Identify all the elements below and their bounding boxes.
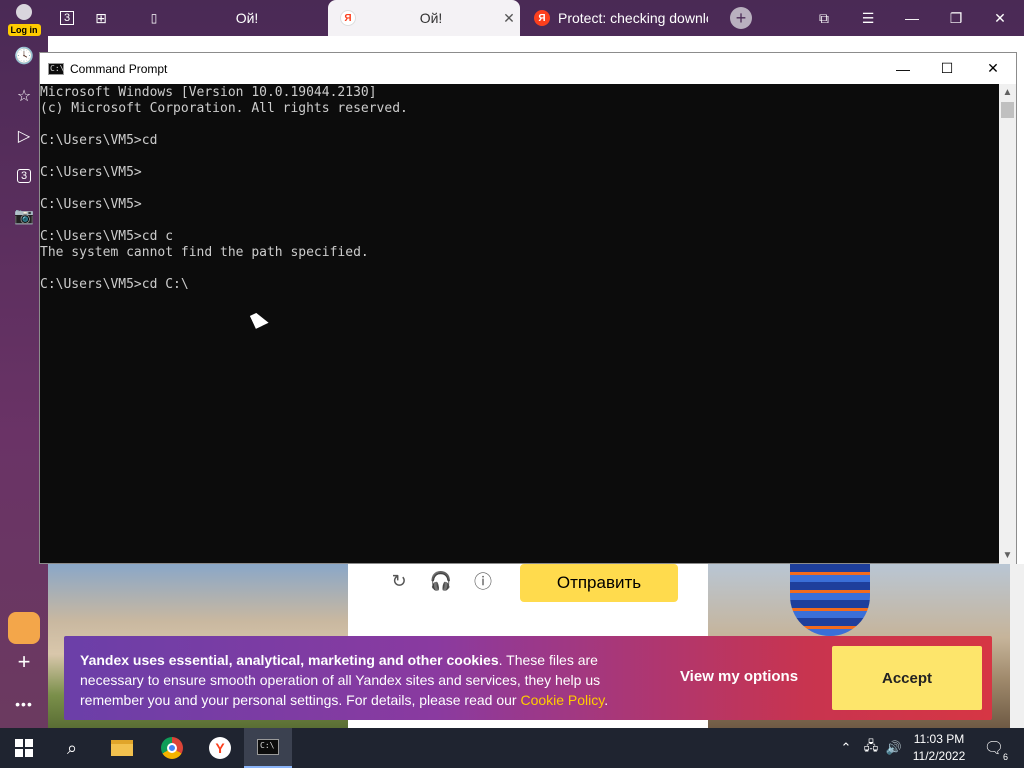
notification-center-button[interactable]: 🗨 6 — [980, 734, 1008, 762]
more-icon[interactable]: ••• — [8, 688, 40, 720]
cmd-line — [40, 117, 1000, 133]
add-app-icon[interactable]: + — [8, 646, 40, 678]
cmd-close-button[interactable]: ✕ — [970, 53, 1016, 84]
tab-bar: 3 ⊞ ▯ Ой! Я Ой! ✕ Я Protect: checking do… — [48, 0, 1024, 36]
cmd-line: C:\Users\VM5> — [40, 165, 142, 180]
rail-app-icon[interactable] — [8, 612, 40, 644]
home-tab-count: 3 — [59, 11, 75, 25]
file-explorer-button[interactable] — [98, 728, 146, 768]
screenshot-camera-icon[interactable]: 📷 — [8, 200, 40, 232]
tab-2-title: Ой! — [419, 10, 443, 26]
send-button[interactable]: Отправить — [520, 564, 678, 602]
accept-button[interactable]: Accept — [832, 646, 982, 710]
tab-count-rail-button[interactable]: 3 — [8, 160, 40, 192]
minimize-button[interactable]: — — [890, 0, 934, 36]
bookmarks-star-icon[interactable]: ☆ — [8, 80, 40, 112]
avatar-icon — [16, 4, 32, 20]
cmd-line: C:\Users\VM5>cd C:\ — [40, 277, 189, 292]
yandex-favicon: Я — [340, 10, 356, 26]
system-clock[interactable]: 11:03 PM 11/2/2022 — [906, 731, 972, 765]
close-tab-icon[interactable]: ✕ — [498, 10, 520, 27]
windows-taskbar: ⌕ Y C:\ ⌃ 🖧 🔊 11:03 PM 11/2/2022 🗨 6 — [0, 728, 1024, 768]
info-icon[interactable]: ⓘ — [472, 570, 494, 592]
cmd-scrollbar[interactable]: ▲ ▼ — [999, 84, 1016, 564]
yandex-favicon: Я — [534, 10, 550, 26]
chrome-icon — [161, 737, 183, 759]
view-options-button[interactable]: View my options — [664, 668, 814, 685]
cmd-scroll-thumb[interactable] — [1001, 102, 1014, 118]
cmd-line: C:\Users\VM5> — [40, 197, 142, 212]
new-folder-tab-icon[interactable]: ⊞ — [88, 6, 114, 30]
play-icon[interactable]: ▷ — [8, 120, 40, 152]
collections-icon[interactable]: ⧉ — [802, 0, 846, 36]
history-icon[interactable]: 🕓 — [8, 40, 40, 72]
headphones-icon[interactable]: 🎧 — [430, 570, 452, 592]
cookie-banner: Yandex uses essential, analytical, marke… — [64, 636, 992, 720]
close-button[interactable]: ✕ — [978, 0, 1022, 36]
scroll-down-arrow-icon[interactable]: ▼ — [999, 547, 1016, 564]
chrome-button[interactable] — [148, 728, 196, 768]
cookie-end-text: . — [604, 692, 609, 708]
clock-date: 11/2/2022 — [912, 749, 966, 763]
cmd-line: The system cannot find the path specifie… — [40, 245, 369, 260]
cookie-bold-text: Yandex uses essential, analytical, marke… — [80, 652, 499, 668]
cmd-line: C:\Users\VM5>cd — [40, 133, 158, 148]
tab-1[interactable]: ▯ Ой! — [134, 0, 324, 36]
login-button[interactable]: Log in — [4, 2, 44, 36]
login-label: Log in — [7, 24, 41, 36]
tab-2-active[interactable]: Я Ой! ✕ — [328, 0, 520, 36]
cookie-text: Yandex uses essential, analytical, marke… — [80, 650, 660, 710]
folder-icon — [111, 740, 133, 756]
menu-icon[interactable]: ☰ — [846, 0, 890, 36]
page-icon: ▯ — [150, 11, 158, 25]
notification-count: 6 — [1002, 752, 1008, 762]
start-button[interactable] — [0, 728, 48, 768]
new-tab-button[interactable]: + — [730, 7, 752, 29]
cmd-title: Command Prompt — [70, 61, 168, 76]
restore-button[interactable]: ❐ — [934, 0, 978, 36]
cmd-line: (c) Microsoft Corporation. All rights re… — [40, 101, 408, 116]
cmd-line — [40, 181, 1000, 197]
clock-time: 11:03 PM — [913, 732, 965, 746]
cookie-policy-link[interactable]: Cookie Policy — [520, 692, 604, 708]
search-icon[interactable]: ⌕ — [48, 728, 96, 768]
cmd-titlebar[interactable]: C:\ Command Prompt — ☐ ✕ — [40, 53, 1016, 84]
command-prompt-icon: C:\ — [257, 739, 279, 755]
cmd-line — [40, 149, 1000, 165]
cmd-line: Microsoft Windows [Version 10.0.19044.21… — [40, 85, 377, 100]
tab-3-title: Protect: checking downlo — [558, 10, 708, 26]
yandex-browser-button[interactable]: Y — [196, 728, 244, 768]
cmd-line: C:\Users\VM5>cd c — [40, 229, 174, 244]
cmd-maximize-button[interactable]: ☐ — [924, 53, 970, 84]
yandex-icon: Y — [209, 737, 231, 759]
scroll-up-arrow-icon[interactable]: ▲ — [999, 84, 1016, 101]
command-prompt-taskbar-button[interactable]: C:\ — [244, 728, 292, 768]
command-prompt-window[interactable]: C:\ Command Prompt — ☐ ✕ Microsoft Windo… — [39, 52, 1017, 564]
cmd-console-output[interactable]: Microsoft Windows [Version 10.0.19044.21… — [40, 84, 1000, 564]
tab-count-rail-label: 3 — [16, 169, 32, 183]
cmd-line — [40, 261, 1000, 277]
windows-logo-icon — [15, 739, 33, 757]
refresh-icon[interactable]: ↻ — [388, 570, 410, 592]
network-icon[interactable]: 🖧 — [860, 728, 882, 768]
tab-1-title: Ой! — [235, 10, 259, 26]
notification-icon: 🗨 — [983, 740, 1005, 757]
tray-chevron-up-icon[interactable]: ⌃ — [836, 728, 856, 768]
home-tabs-button[interactable]: 3 — [54, 6, 80, 30]
cmd-minimize-button[interactable]: — — [880, 53, 926, 84]
page-scrollbar[interactable] — [1010, 564, 1024, 728]
tab-3[interactable]: Я Protect: checking downlo — [522, 0, 708, 36]
cmd-icon: C:\ — [48, 62, 65, 75]
captcha-controls: ↻ 🎧 ⓘ Отправить — [348, 564, 708, 634]
volume-icon[interactable]: 🔊 — [884, 728, 904, 768]
cmd-line — [40, 213, 1000, 229]
